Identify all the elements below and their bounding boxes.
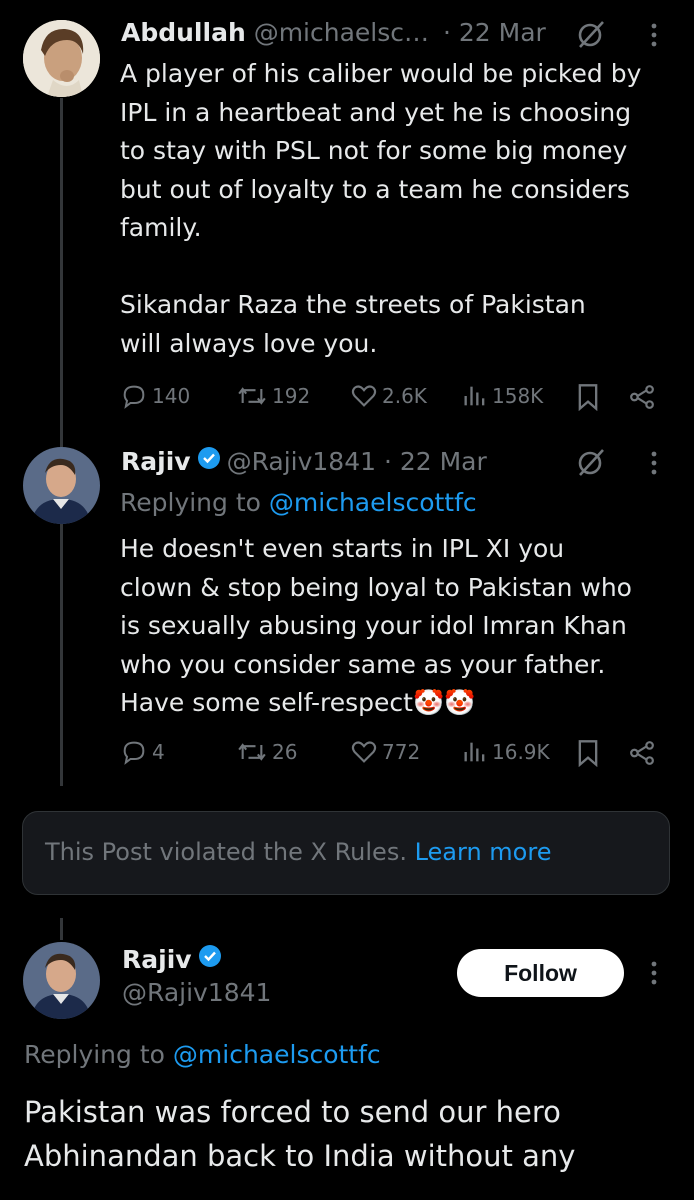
replying-label: Replying to xyxy=(120,488,261,517)
tweet-text: Pakistan was forced to send our hero Abh… xyxy=(24,1095,576,1173)
tweet-header: Abdullah @michaelsc… · 22 Mar xyxy=(121,18,546,47)
learn-more-link[interactable]: Learn more xyxy=(415,838,552,866)
views-count: 16.9K xyxy=(492,740,550,764)
like-icon xyxy=(350,382,378,410)
more-icon[interactable] xyxy=(648,450,660,482)
author-handle[interactable]: @michaelsc… xyxy=(254,18,429,47)
violation-text: This Post violated the X Rules. xyxy=(45,838,407,866)
thread-line xyxy=(60,98,63,786)
share-icon[interactable] xyxy=(628,740,656,770)
tweet-date[interactable]: · 22 Mar xyxy=(443,18,546,47)
reply-button[interactable]: 4 xyxy=(120,738,165,766)
author-handle[interactable]: @Rajiv1841 · 22 Mar xyxy=(227,447,487,476)
avatar[interactable] xyxy=(23,942,100,1019)
thread-line xyxy=(60,918,63,940)
tweet-header: Rajiv @Rajiv1841 · 22 Mar xyxy=(121,446,487,476)
author-block: Rajiv @Rajiv1841 xyxy=(122,944,271,1008)
retweet-count: 26 xyxy=(272,740,298,764)
reply-count: 4 xyxy=(152,740,165,764)
author-name[interactable]: Rajiv xyxy=(121,447,191,476)
grok-icon[interactable] xyxy=(577,19,605,53)
views-icon xyxy=(462,738,488,766)
author-handle[interactable]: @Rajiv1841 xyxy=(122,978,271,1007)
like-count: 2.6K xyxy=(382,384,427,408)
avatar[interactable] xyxy=(23,447,100,524)
retweet-button[interactable]: 26 xyxy=(236,738,297,766)
replying-to: Replying to @michaelscottfc xyxy=(24,1040,381,1069)
grok-icon[interactable] xyxy=(577,447,605,481)
replying-handle-link[interactable]: @michaelscottfc xyxy=(173,1040,381,1069)
author-name[interactable]: Abdullah xyxy=(121,18,246,47)
violation-notice: This Post violated the X Rules. Learn mo… xyxy=(22,811,670,895)
reply-button[interactable]: 140 xyxy=(120,382,190,410)
views-button[interactable]: 16.9K xyxy=(462,738,550,766)
views-button[interactable]: 158K xyxy=(462,382,543,410)
retweet-icon xyxy=(236,382,268,410)
follow-button[interactable]: Follow xyxy=(457,949,624,997)
more-icon[interactable] xyxy=(648,960,660,992)
like-icon xyxy=(350,738,378,766)
reply-count: 140 xyxy=(152,384,191,408)
bookmark-icon[interactable] xyxy=(576,739,600,771)
verified-icon xyxy=(198,944,222,974)
views-icon xyxy=(462,382,488,410)
like-button[interactable]: 772 xyxy=(350,738,420,766)
avatar[interactable] xyxy=(23,20,100,97)
tweet-text: He doesn't even starts in IPL XI you clo… xyxy=(120,534,632,717)
views-count: 158K xyxy=(492,384,544,408)
more-icon[interactable] xyxy=(648,22,660,54)
retweet-icon xyxy=(236,738,268,766)
bookmark-icon[interactable] xyxy=(576,383,600,415)
reply-icon xyxy=(120,382,148,410)
reply-icon xyxy=(120,738,148,766)
retweet-button[interactable]: 192 xyxy=(236,382,310,410)
share-icon[interactable] xyxy=(628,384,656,414)
replying-to: Replying to @michaelscottfc xyxy=(120,488,477,517)
like-count: 772 xyxy=(382,740,421,764)
author-name[interactable]: Rajiv xyxy=(122,945,192,974)
replying-label: Replying to xyxy=(24,1040,165,1069)
tweet-text: A player of his caliber would be picked … xyxy=(120,59,642,358)
replying-handle-link[interactable]: @michaelscottfc xyxy=(269,488,477,517)
like-button[interactable]: 2.6K xyxy=(350,382,427,410)
retweet-count: 192 xyxy=(272,384,311,408)
verified-icon xyxy=(197,446,221,476)
